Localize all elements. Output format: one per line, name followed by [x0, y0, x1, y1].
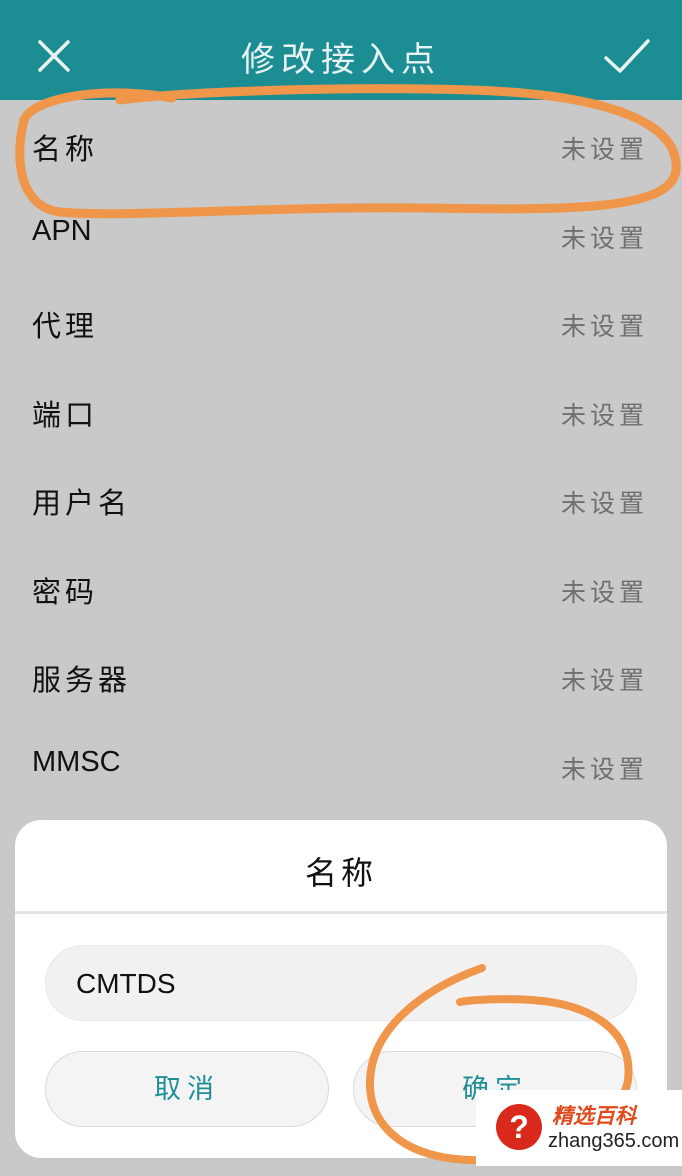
watermark-brand: 精选百科 — [552, 1104, 636, 1128]
cancel-button[interactable]: 取消 — [45, 1051, 329, 1127]
page-title: 修改接入点 — [241, 40, 441, 80]
row-label: APN — [32, 214, 92, 247]
name-input[interactable]: CMTDS — [45, 945, 637, 1021]
row-value: 未设置 — [560, 577, 648, 607]
row-label: 用户名 — [32, 486, 132, 520]
row-value: 未设置 — [560, 135, 648, 164]
row-value: 未设置 — [560, 754, 648, 784]
list-item-port[interactable]: 端口 未设置 — [0, 366, 682, 455]
dialog-title: 名称 — [304, 854, 377, 892]
list-item-server[interactable]: 服务器 未设置 — [0, 631, 682, 720]
row-label: 服务器 — [32, 663, 132, 697]
watermark-url: zhang365.com — [548, 1130, 680, 1152]
list-item-name[interactable]: 名称 未设置 — [0, 100, 682, 189]
row-value: 未设置 — [560, 489, 648, 518]
apn-settings-list: 名称 未设置 APN 未设置 代理 未设置 端口 未设置 用户名 未设置 密码 … — [0, 100, 682, 808]
row-label: 代理 — [32, 309, 99, 343]
row-label: MMSC — [32, 745, 121, 778]
divider — [15, 911, 667, 914]
row-value: 未设置 — [560, 666, 648, 695]
row-label: 端口 — [32, 397, 99, 432]
list-item-mmsc[interactable]: MMSC 未设置 — [0, 720, 682, 809]
row-label: 名称 — [32, 132, 99, 166]
row-value: 未设置 — [560, 223, 648, 253]
list-item-proxy[interactable]: 代理 未设置 — [0, 277, 682, 366]
list-item-username[interactable]: 用户名 未设置 — [0, 454, 682, 543]
watermark-logo: ? 精选百科 zhang365.com — [476, 1090, 682, 1166]
row-value: 未设置 — [560, 400, 648, 430]
list-item-apn[interactable]: APN 未设置 — [0, 189, 682, 278]
app-header: 修改接入点 — [0, 0, 682, 100]
question-icon: ? — [496, 1104, 542, 1150]
row-label: 密码 — [32, 574, 99, 609]
list-item-password[interactable]: 密码 未设置 — [0, 543, 682, 632]
check-icon[interactable] — [596, 24, 660, 88]
row-value: 未设置 — [560, 312, 648, 341]
